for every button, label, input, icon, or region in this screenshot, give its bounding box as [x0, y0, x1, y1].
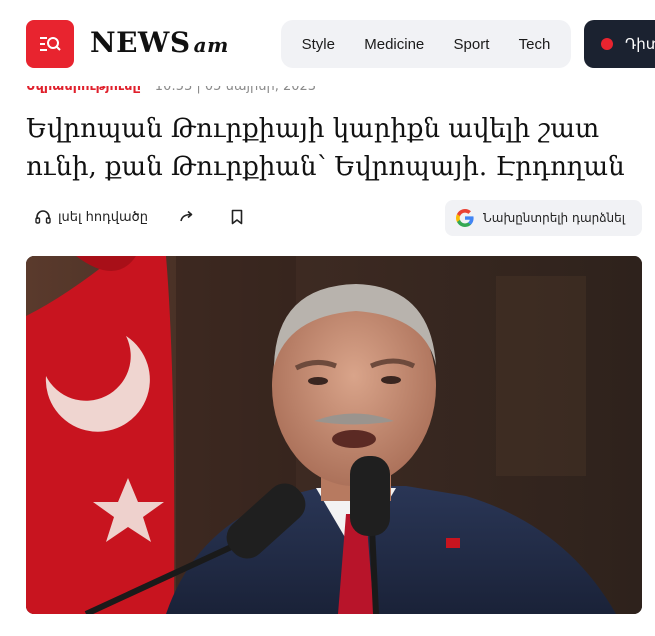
- site-logo[interactable]: NEWS am: [90, 26, 229, 59]
- live-label: Դիտ: [625, 35, 655, 53]
- preferred-source-button[interactable]: Նախընտրելի դարձնել: [445, 200, 642, 236]
- nav-item-sport[interactable]: Sport: [454, 36, 490, 53]
- article-title: Եվրոպան Թուրքիայի կարիքն ավելի շատ ունի,…: [26, 114, 625, 182]
- bookmark-button[interactable]: [228, 208, 246, 226]
- share-button[interactable]: [178, 208, 196, 226]
- google-g-icon: [456, 209, 474, 227]
- nav-item-medicine[interactable]: Medicine: [364, 36, 424, 53]
- headphones-icon: [35, 210, 51, 224]
- listen-button[interactable]: լսել հոդվածը: [34, 208, 148, 226]
- nav-item-tech[interactable]: Tech: [519, 36, 551, 53]
- live-button[interactable]: Դիտ: [584, 20, 655, 68]
- article-hero-image: [26, 256, 642, 614]
- logo-main: NEWS: [90, 26, 191, 59]
- nav-item-style[interactable]: Style: [302, 36, 335, 53]
- bookmark-icon: [231, 209, 243, 225]
- logo-suffix: am: [193, 33, 229, 57]
- listen-label: լսել հոդվածը: [58, 209, 149, 225]
- live-dot-icon: [601, 38, 613, 50]
- article-actions: լսել հոդվածը Նախընտրելի դարձնել: [26, 200, 642, 236]
- site-header: NEWS am Style Medicine Sport Tech Դիտ: [0, 0, 655, 86]
- preferred-source-label: Նախընտրելի դարձնել: [483, 211, 625, 225]
- logo-icon[interactable]: [26, 20, 74, 68]
- share-arrow-icon: [180, 210, 193, 222]
- turkish-flag: [26, 256, 175, 614]
- main-nav: Style Medicine Sport Tech: [281, 20, 571, 68]
